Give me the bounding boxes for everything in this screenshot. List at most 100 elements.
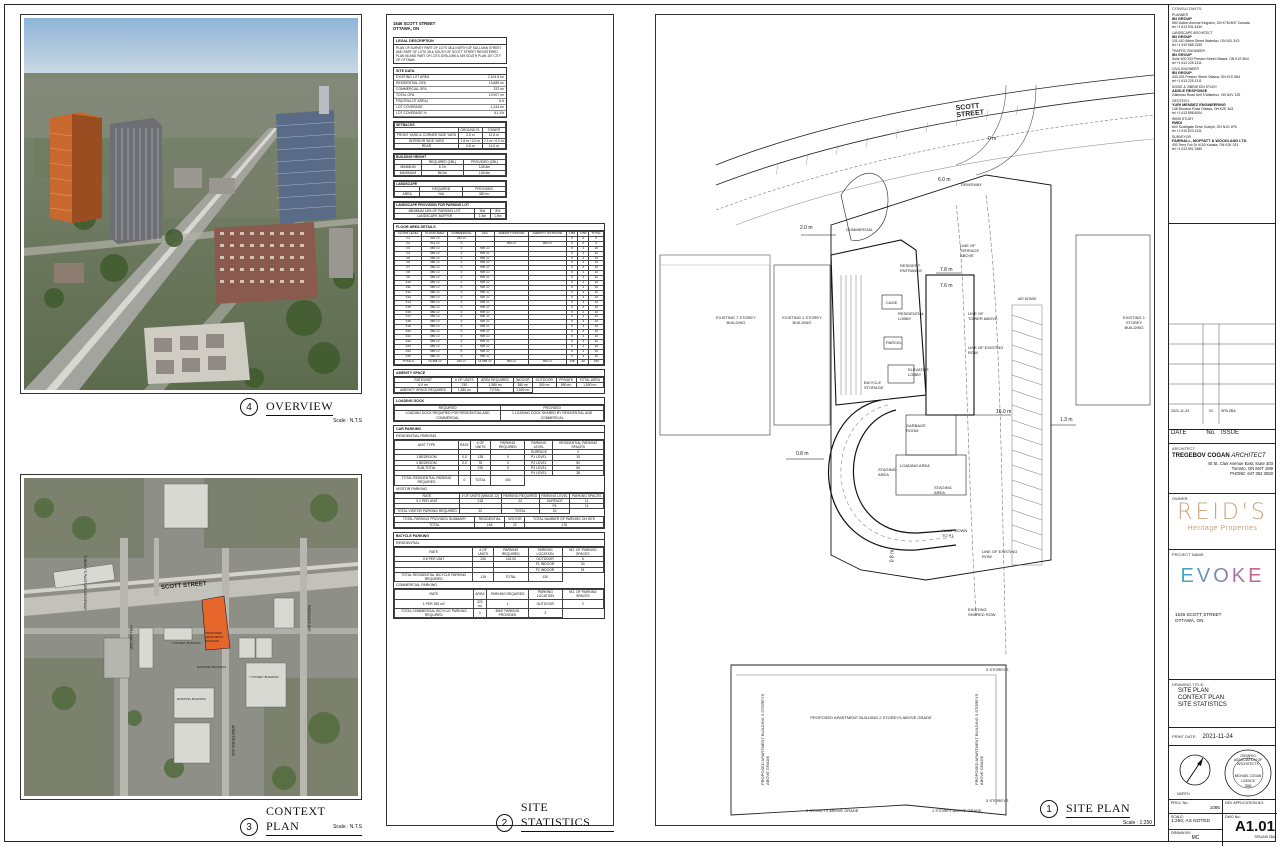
bike-res-cell-3-0: TOTAL RESIDENTIAL BICYCLE PARKING REQUIR… [393,571,474,583]
context-building-label-3: EXISTING BUILDING [197,665,227,669]
site-data-label-5: LOT COVERAGE [396,105,423,109]
site-statistics-number: 2 [496,814,513,832]
setbacks-col-1: GROUND FL [458,127,483,134]
site-plan-dim-16: 16.0 m [996,409,1012,415]
setbacks-cell-2-1: 0.8 m [458,142,483,150]
context-plan-scale: Scale : N.T.S [333,824,362,830]
bike-res-cell-3-2: TOTAL [492,571,529,583]
visitor-header-row: RATE # OF UNITS (MINUS 12) PARKING REQUIRE… [394,492,604,499]
issue-block: 2021-11-24 01 SPA ZBA DATE No. ISSUE [1169,224,1276,444]
parking-summary-cell-1-2: 22 [504,521,526,528]
stats-landscape-parking-table: LANDSCAPE PROVISION FOR PARKING LOT MINIM… [393,202,507,220]
site-plan-dim-0: 0 m [988,136,997,142]
car-res-cell-4-4: P4 LEVEL [524,469,554,477]
site-plan-res-entrance: RESIDENT ENTRANCE [900,263,923,273]
site-plan-dim-08: 0.8 m [796,451,809,457]
bike-res-cell-2-4: 91 [561,566,605,573]
context-building-label-5: EXISTING BUILDING [177,697,207,701]
table-row: REAR 0.8 m 11.6 m [393,142,507,150]
architect-name: TREGEBOV COGAN [1172,453,1230,459]
floor-cell-25-8: 230 [588,358,604,365]
context-plan-number: 3 [240,818,258,836]
landscape-cell-0-0: AREA [393,191,421,198]
overview-panel [20,14,362,394]
site-data-label-3: TOTAL GFA [396,93,415,97]
bike-com-col-4: NO. OF PARKING SPACES [561,589,605,600]
site-plan-bicycle: BICYCLE STORAGE [864,380,884,390]
stats-parking-summary-table: TOTAL PARKING PROVIDED SUMMARY RESIDENTIA… [394,516,604,528]
site-plan-line-tower: LINE OF TOWER ABOVE [968,311,998,321]
site-plan-commercial: COMMERCIAL [846,227,874,232]
drawn-value: MC [1191,835,1200,841]
stats-loading-section: LOADING DOCK REQUIRED PROVIDED LOADING DOC… [393,397,605,422]
bike-res-col-4: NO. OF PARKING SPACES [561,546,605,558]
overview-number: 4 [240,398,258,416]
context-building-label-1: 7 STOREY BUILDING [171,641,201,645]
context-building-label-4: 7 STOREY BUILDING [249,675,279,679]
table-row: TOTAL RESIDENTIAL PARKING REQUIRED 0 TOTAL… [394,475,604,486]
visitor-col-2: PARKING REQUIRED [500,492,540,499]
site-data-label-4: FSI(GFA/LOT AREA) [396,99,428,103]
owner-logo-sub: Heritage Properties [1187,525,1258,532]
stats-amenity-table: RATE/UNIT # OF UNITS AREA REQUIRED INDOOR OU… [393,376,605,394]
stats-visitor-table: RATE # OF UNITS (MINUS 12) PARKING REQUIRE… [394,492,604,515]
owner-logo: REID'S [1177,500,1268,525]
consultant-tel-5: tel +1 613 898 8004 [1172,111,1203,115]
car-res-col-5: RESIDENTIAL PARKING SPACES [552,439,604,451]
landscape-park-cell-1-2: 1.5m [489,212,507,220]
setbacks-cell-1-1: 7.8 m / 0.0 m [458,137,483,144]
bike-com-cell-0-1: 222 m² [472,598,488,610]
site-plan-above-grade-2: 1 STOREY ABOVE GRADE [932,808,982,813]
site-plan-garbage: GARBAGE ROOM [906,423,926,433]
architect-label: ARCHITECT: [1172,446,1196,451]
bike-com-cell-0-4: 2 [561,598,605,610]
car-res-col-4: PARKING LEVEL [524,439,554,451]
bike-com-cell-0-0: 1 PER 250 m2 [394,598,474,610]
amenity-col-3: INDOOR [512,376,533,383]
issue-header-issue: ISSUE [1221,430,1240,436]
setbacks-cell-0-0: FRONT YARD & CORNER SIDE YARD [393,132,460,139]
consultant-tel-2: tel +1 613 225 1311 [1172,61,1202,65]
bike-res-col-3: PARKING LOCATION [527,546,563,558]
dwg-no: A1.01 [1234,818,1275,835]
stats-height-table: BUILDING HEIGHT REQUIRED (ZBL) PROVIDED (Z… [394,153,506,176]
context-building-label-2: PROPOSED APARTMENT BUILDING [205,631,224,643]
floor-cell-25-3: 13,685 m² [474,358,495,365]
amenity-col-2: AREA REQUIRED [476,376,514,383]
stats-bike-com-table: RATE AREA PARKING REQUIRED PARKING LOCATION… [394,589,605,619]
stats-address-line2: OTTAWA, ON [393,26,420,31]
amenity-col-5: PRIVATE [555,376,577,383]
issue-row-no: 01 [1209,409,1213,413]
visitor-cell-1-4: 11 [569,502,604,510]
landscape-park-cell-1-0: LANDSCAPE BUFFER [393,212,476,220]
architect-suffix: ARCHITECT [1231,453,1266,459]
stats-setbacks-table: SETBACKS GROUND FL TOWER FRONT YARD & CORNE… [393,121,507,150]
car-res-cell-5-2: TOTAL [469,475,492,486]
car-res-header-row: UNIT TYPE RATE # OF UNITS PARKING REQUIRED P… [394,439,604,451]
consultant-entry: CIVIL ENGINEER IBI GROUP 400-333 Preston S… [1172,67,1273,83]
site-data-label-0: EXISTING LOT AREA [396,75,430,79]
setbacks-cell-1-2: 7.1 m / 0.0 m [481,137,507,144]
context-street-side-1: TUNNEY'S PASTURE DRIVEWAY [83,555,87,611]
bike-res-col-0: RATE [393,546,474,558]
site-plan-res-lobby: RESIDENTIAL LOBBY [898,311,925,321]
site-plan-existing-1-right: EXISTING 1 STOREY BUILDING [1122,315,1145,330]
site-plan-scale: Scale : 1:250 [1122,820,1152,826]
print-date: 2021-11-24 [1202,733,1233,740]
stats-legal-head: LEGAL DESCRIPTION [394,38,506,45]
table-row: AMENITY SPACE REQUIRED 1,380 m² TOTAL 1,500… [393,386,604,394]
context-plan-map [24,478,358,796]
consultants-head: CONSULTANTS: [1172,6,1203,11]
landscape-cell-0-2: 380 m² [462,191,506,198]
visitor-col-4: PARKING SPACES [569,492,604,499]
consultant-tel-1: tel +1 519 585 2255 [1172,43,1203,47]
bike-com-col-2: PARKING REQUIRED [486,589,529,600]
site-plan-caption: 1 SITE PLAN Scale : 1:250 [1040,800,1152,826]
drawing-title-block: DRAWING TITLE: SITE PLAN CONTEXT PLAN SI… [1169,680,1276,728]
table-row: FRONT YARD & CORNER SIDE YARD 2.0 m 12.8 m [393,132,507,139]
amenity-col-6: TOTAL AREA [575,376,605,383]
parking-summary-cell-0-3: TOTAL NUMBER OF PARKING ON SITE [524,516,604,523]
visitor-col-3: PARKING LEVEL [538,492,571,499]
floor-cell-25-1: 16,368 m² [421,358,449,365]
bike-res-cell-3-3: 130 [527,571,563,583]
